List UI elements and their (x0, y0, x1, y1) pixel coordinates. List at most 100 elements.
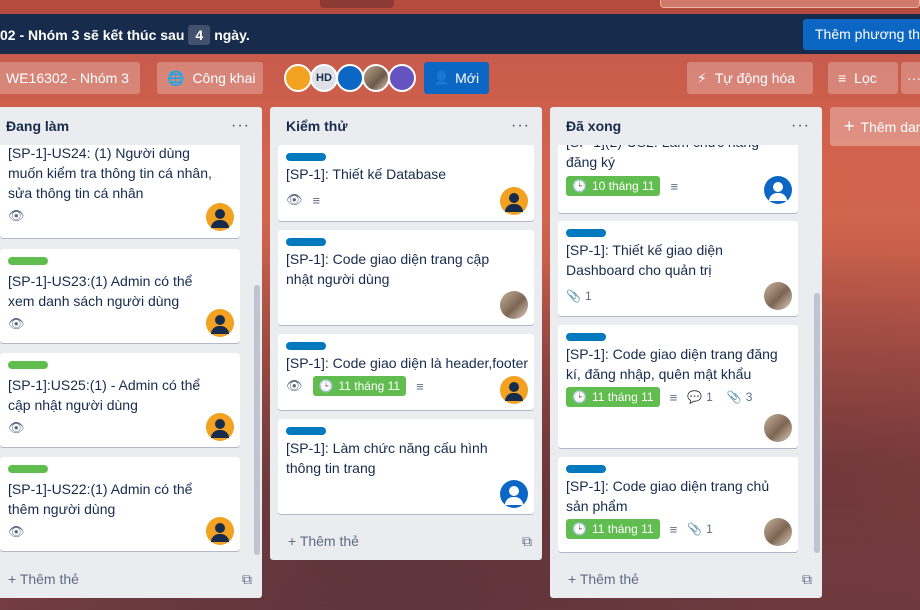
due-date-badge[interactable]: 🕒 11 tháng 11 (312, 376, 407, 396)
list-scrollbar[interactable] (814, 293, 820, 553)
card-badges: 👁 (8, 208, 35, 224)
visibility-label: Công khai (192, 70, 256, 86)
card-member-avatar[interactable] (206, 517, 234, 545)
due-date: 11 tháng 11 (591, 522, 654, 536)
card-label[interactable] (8, 465, 48, 473)
card[interactable]: [SP-1]: Code giao diện trang chủ sản phẩ… (558, 457, 798, 552)
avatar[interactable] (362, 64, 390, 92)
board-name-button[interactable]: WE16302 - Nhóm 3 (0, 62, 140, 94)
add-card-label: Thêm thẻ (579, 571, 639, 587)
card-label[interactable] (566, 229, 606, 237)
more-icon[interactable]: ··· (511, 117, 530, 135)
eye-icon: 👁 (8, 208, 25, 223)
card-member-avatar[interactable] (500, 480, 528, 508)
card-member-avatar[interactable] (206, 413, 234, 441)
list-header[interactable]: Đang làm ··· (0, 107, 262, 145)
add-payment-button[interactable]: Thêm phương thức (803, 19, 920, 50)
visibility-button[interactable]: 🌐 Công khai (157, 62, 263, 94)
card-member-avatar[interactable] (206, 203, 234, 231)
card[interactable]: [SP-1]-US23:(1) Admin có thể xem danh sá… (0, 249, 240, 343)
card-label[interactable] (286, 238, 326, 246)
add-card-button[interactable]: + Thêm thẻ (8, 571, 79, 587)
card-label[interactable] (286, 342, 326, 350)
card[interactable]: [SP-1](2)-US2: Làm chức năng đăng ký 🕒 10… (558, 145, 798, 213)
due-date-badge[interactable]: 🕒 11 tháng 11 (566, 387, 660, 407)
card[interactable]: [SP-1]-US22:(1) Admin có thể thêm người … (0, 457, 240, 551)
add-list-button[interactable]: + Thêm danh sách (830, 107, 920, 146)
card-label[interactable] (8, 257, 48, 265)
card-member-avatar[interactable] (500, 291, 528, 319)
template-icon[interactable]: ⧉ (242, 571, 252, 588)
card[interactable]: [SP-1]:US25:(1) - Admin có thể cập nhật … (0, 353, 240, 447)
card-member-avatar[interactable] (764, 176, 792, 204)
card-member-avatar[interactable] (206, 309, 234, 337)
comment-count: 1 (706, 390, 713, 404)
card-label[interactable] (566, 465, 606, 473)
add-card-button[interactable]: + Thêm thẻ (288, 533, 359, 549)
trial-banner: 02 - Nhóm 3 sẽ kết thúc sau 4 ngày. Thêm… (0, 14, 920, 54)
card-title: [SP-1]:US25:(1) - Admin có thể cập nhật … (8, 377, 201, 413)
invite-label: Mới (455, 70, 480, 86)
more-icon[interactable]: ··· (791, 117, 810, 135)
card[interactable]: [SP-1]: Thiết kế Database 👁 ≡ (278, 145, 534, 221)
automation-button[interactable]: ⚡ Tự động hóa (687, 62, 813, 94)
card-label[interactable] (566, 333, 606, 341)
card-label[interactable] (286, 153, 326, 161)
clock-icon: 🕒 (572, 522, 587, 536)
due-date-badge[interactable]: 🕒 10 tháng 11 (566, 176, 661, 196)
avatar[interactable] (336, 64, 364, 92)
filter-button[interactable]: ≡ Lọc (828, 62, 898, 94)
card[interactable]: [SP-1]: Code giao diện trang cập nhật ng… (278, 230, 534, 325)
card-member-avatar[interactable] (500, 376, 528, 404)
list-title: Kiểm thử (286, 118, 348, 134)
card-label[interactable] (286, 427, 326, 435)
add-user-icon: 👤 (433, 70, 451, 85)
plus-icon: + (568, 571, 580, 587)
template-icon[interactable]: ⧉ (802, 571, 812, 588)
avatar[interactable] (284, 64, 312, 92)
card-member-avatar[interactable] (764, 414, 792, 442)
clock-icon: 🕒 (572, 390, 587, 404)
card-title: [SP-1]: Code giao diện trang cập nhật ng… (286, 251, 490, 287)
eye-icon: 👁 (8, 420, 25, 435)
top-search-box[interactable] (660, 0, 920, 8)
add-card-button[interactable]: + Thêm thẻ (568, 571, 639, 587)
attachment-count: 3 (745, 390, 753, 404)
clock-icon: 🕒 (318, 379, 334, 393)
avatar[interactable]: HD (310, 64, 338, 92)
list-scrollbar[interactable] (254, 285, 260, 555)
card-member-avatar[interactable] (764, 282, 792, 310)
browser-top-strip (0, 0, 920, 14)
eye-icon: 👁 (8, 524, 25, 539)
card[interactable]: [SP-1]-US24: (1) Người dùng muốn kiểm tr… (0, 145, 240, 238)
trial-message: 02 - Nhóm 3 sẽ kết thúc sau 4 ngày. (0, 25, 250, 45)
card-title: [SP-1]: Làm chức năng cấu hình thông tin… (286, 440, 488, 476)
card-member-avatar[interactable] (500, 187, 528, 215)
card-label[interactable] (8, 361, 48, 369)
member-avatars: HD (284, 64, 416, 92)
list-header[interactable]: Kiểm thử ··· (270, 107, 542, 145)
invite-button[interactable]: 👤 Mới (424, 62, 489, 94)
card-list: [SP-1]-US24: (1) Người dùng muốn kiểm tr… (0, 145, 262, 560)
template-icon[interactable]: ⧉ (522, 533, 532, 550)
list-kiem-thu: Kiểm thử ··· [SP-1]: Thiết kế Database 👁… (270, 107, 542, 560)
due-date-badge[interactable]: 🕒 11 tháng 11 (566, 519, 660, 539)
card-title: [SP-1]: Code giao diện trang chủ sản phẩ… (566, 478, 770, 514)
automation-label: Tự động hóa (714, 70, 796, 86)
plus-icon: + (288, 533, 300, 549)
board-menu-button[interactable]: ··· (901, 62, 920, 94)
card[interactable]: [SP-1]: Code giao diện là header,footer … (278, 334, 534, 410)
card[interactable]: [SP-1]: Thiết kế giao diện Dashboard cho… (558, 221, 798, 316)
attachment-icon: 📎 (566, 289, 581, 303)
list-footer: + Thêm thẻ ⧉ (0, 560, 262, 598)
card-member-avatar[interactable] (764, 518, 792, 546)
list-header[interactable]: Đã xong ··· (550, 107, 822, 145)
more-icon[interactable]: ··· (231, 117, 250, 135)
scrollbar-thumb[interactable] (254, 285, 260, 555)
card[interactable]: [SP-1]: Làm chức năng cấu hình thông tin… (278, 419, 534, 514)
avatar[interactable] (388, 64, 416, 92)
scrollbar-thumb[interactable] (814, 293, 820, 553)
globe-icon: 🌐 (167, 69, 185, 86)
top-tab[interactable] (320, 0, 394, 8)
card[interactable]: [SP-1]: Code giao diện trang đăng kí, đă… (558, 325, 798, 448)
